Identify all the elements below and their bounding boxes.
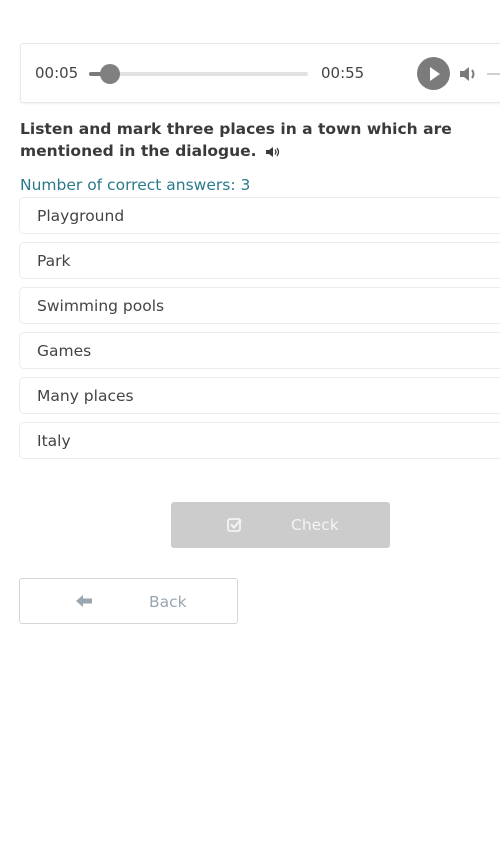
audio-player: 00:05 00:55 — [20, 43, 500, 103]
question-text: Listen and mark three places in a town w… — [20, 120, 452, 160]
answer-option[interactable]: Many places — [19, 377, 500, 414]
answer-option[interactable]: Games — [19, 332, 500, 369]
volume-slider[interactable] — [487, 73, 500, 75]
correct-answers-count: Number of correct answers: 3 — [20, 176, 251, 194]
speaker-icon[interactable] — [458, 64, 480, 84]
option-label: Many places — [37, 386, 134, 405]
answer-option[interactable]: Park — [19, 242, 500, 279]
option-label: Playground — [37, 206, 125, 225]
duration: 00:55 — [321, 64, 365, 82]
answer-options: Playground Park Swimming pools Games Man… — [19, 197, 500, 467]
answer-option[interactable]: Italy — [19, 422, 500, 459]
option-label: Park — [37, 251, 71, 270]
play-icon — [429, 66, 440, 81]
check-label: Check — [291, 516, 339, 534]
current-time: 00:05 — [35, 64, 79, 82]
back-button[interactable]: Back — [19, 578, 238, 624]
arrow-left-icon — [76, 595, 92, 607]
speaker-icon[interactable] — [265, 145, 281, 159]
check-button[interactable]: Check — [171, 502, 390, 548]
answer-option[interactable]: Playground — [19, 197, 500, 234]
answer-option[interactable]: Swimming pools — [19, 287, 500, 324]
progress-slider[interactable] — [89, 64, 308, 84]
option-label: Italy — [37, 431, 71, 450]
checkbox-icon — [227, 518, 242, 532]
progress-knob[interactable] — [100, 64, 121, 84]
play-button[interactable] — [417, 57, 450, 90]
option-label: Swimming pools — [37, 296, 165, 315]
question-prompt: Listen and mark three places in a town w… — [20, 118, 500, 162]
back-label: Back — [149, 593, 187, 611]
option-label: Games — [37, 341, 92, 360]
